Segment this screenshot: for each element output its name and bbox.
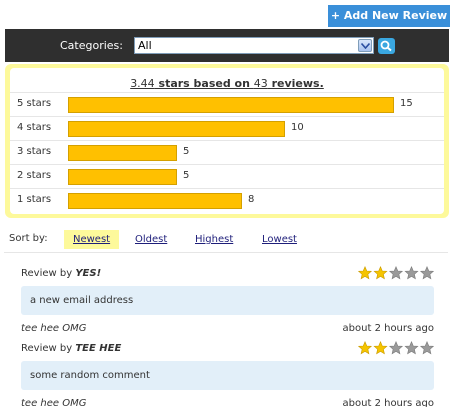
reviewer-name: YES! <box>75 268 102 279</box>
rating-row-count: 8 <box>248 194 255 205</box>
rating-row-count: 15 <box>400 98 413 109</box>
search-button[interactable] <box>378 38 395 54</box>
rating-row-label: 1 stars <box>17 194 52 205</box>
categories-label: Categories: <box>60 39 123 52</box>
star-empty-icon <box>404 341 419 355</box>
rating-row-label: 4 stars <box>17 122 52 133</box>
rating-row: 5 stars 15 <box>10 92 444 116</box>
review-count: 43 <box>253 77 268 90</box>
star-filled-icon <box>373 266 388 280</box>
review-timestamp: about 2 hours ago <box>342 398 434 407</box>
rating-summary-title: 3.44 stars based on 43 reviews. <box>10 77 444 90</box>
rating-bar <box>68 169 177 185</box>
category-bar: Categories: All <box>5 29 449 62</box>
rating-bar <box>68 145 177 161</box>
review-comment: some random comment <box>21 361 434 390</box>
review-timestamp: about 2 hours ago <box>342 323 434 334</box>
sort-label: Sort by: <box>9 233 48 244</box>
rating-row-label: 5 stars <box>17 98 52 109</box>
rating-row-label: 3 stars <box>17 146 52 157</box>
review-by-prefix: Review by <box>21 343 76 354</box>
rating-bar <box>68 97 394 113</box>
review-author: tee hee OMG <box>21 323 87 334</box>
review-by-prefix: Review by <box>21 268 76 279</box>
rating-bar <box>68 193 242 209</box>
star-empty-icon <box>404 266 419 280</box>
search-icon <box>380 40 392 52</box>
rating-summary: 3.44 stars based on 43 reviews. 5 stars 1… <box>5 64 449 218</box>
star-empty-icon <box>388 266 404 280</box>
rating-row: 2 stars 5 <box>10 164 444 188</box>
sort-option-oldest[interactable]: Oldest <box>126 230 176 249</box>
add-new-review-button[interactable]: + Add New Review <box>328 5 450 27</box>
sort-option-highest[interactable]: Highest <box>186 230 242 249</box>
divider <box>4 252 448 253</box>
rating-row: 1 stars 8 <box>10 188 444 212</box>
sort-bar: Sort by: Newest Oldest Highest Lowest <box>9 230 449 252</box>
star-rating <box>358 266 434 280</box>
category-select[interactable]: All <box>134 37 374 54</box>
sort-option-newest[interactable]: Newest <box>64 230 120 249</box>
review-author: tee hee OMG <box>21 398 87 407</box>
reviewer-name: TEE HEE <box>75 343 122 354</box>
sort-option-lowest[interactable]: Lowest <box>253 230 306 249</box>
star-filled-icon <box>373 341 388 355</box>
star-rating <box>358 341 434 355</box>
review-by: Review by TEE HEE <box>21 343 121 354</box>
review-by: Review by YES! <box>21 268 101 279</box>
category-selected-value: All <box>138 39 152 52</box>
rating-row-label: 2 stars <box>17 170 52 181</box>
review-comment: a new email address <box>21 286 434 315</box>
rating-bar <box>68 121 285 137</box>
count-suffix: reviews. <box>267 77 324 90</box>
star-filled-icon <box>358 341 373 355</box>
chevron-down-icon[interactable] <box>358 39 372 52</box>
star-empty-icon <box>388 341 404 355</box>
star-filled-icon <box>358 266 373 280</box>
rating-row-count: 5 <box>183 170 190 181</box>
rating-row-count: 10 <box>291 122 304 133</box>
rating-row: 3 stars 5 <box>10 140 444 164</box>
average-suffix: stars based on <box>154 77 254 90</box>
rating-row-count: 5 <box>183 146 190 157</box>
star-empty-icon <box>419 266 434 280</box>
rating-row: 4 stars 10 <box>10 116 444 140</box>
average-rating: 3.44 <box>130 77 155 90</box>
star-empty-icon <box>419 341 434 355</box>
